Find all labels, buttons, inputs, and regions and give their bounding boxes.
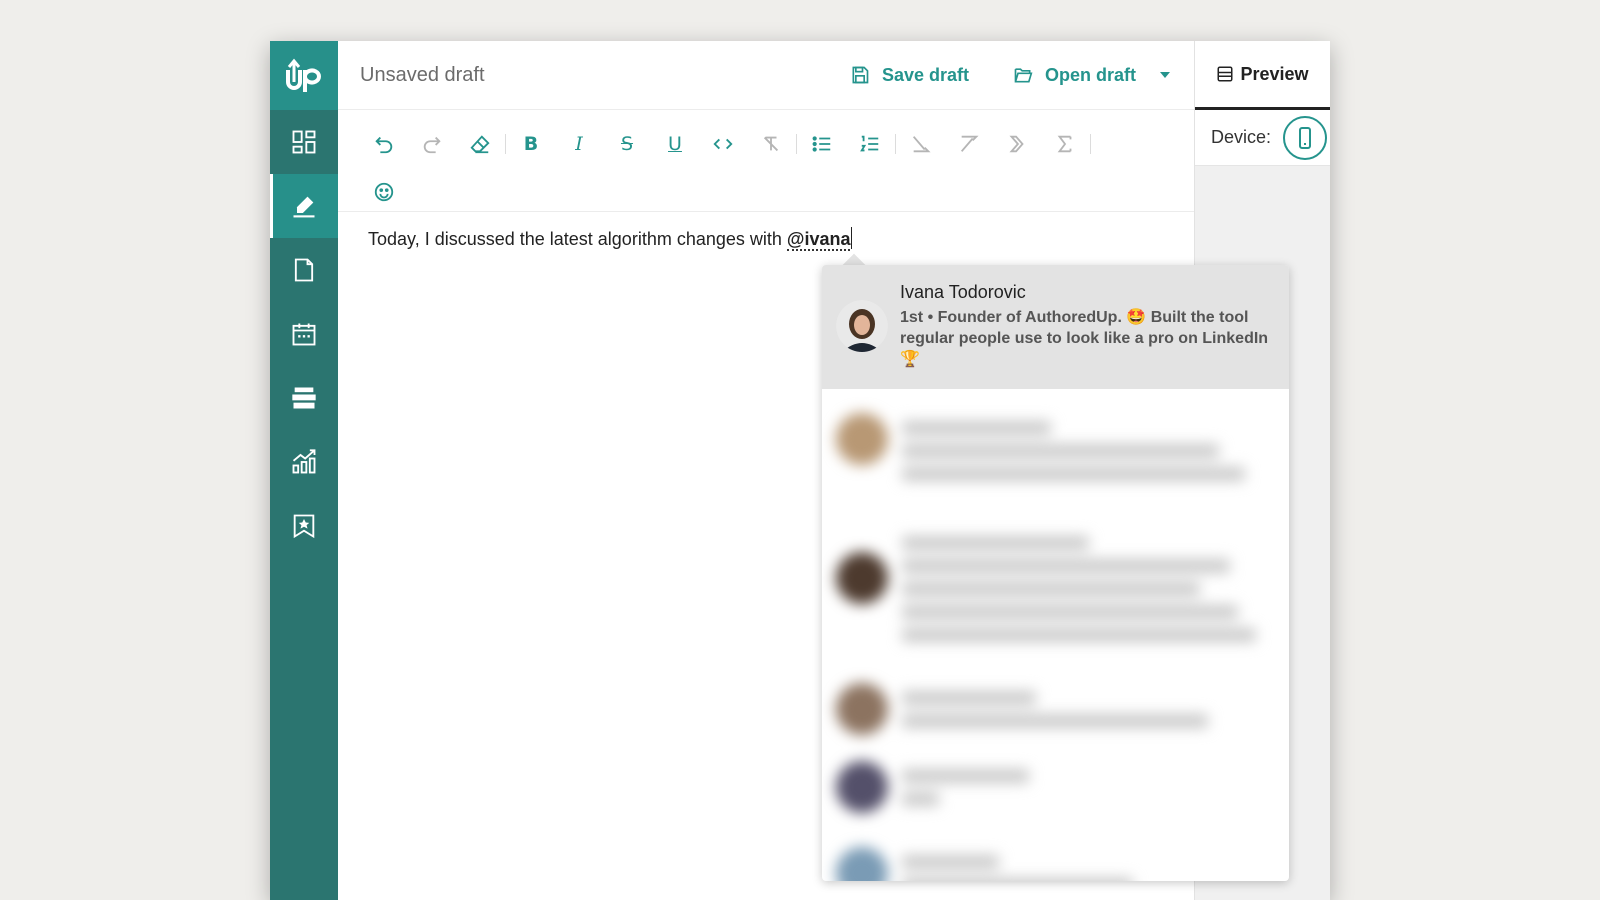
document-icon — [294, 258, 314, 282]
text-cursor — [851, 227, 853, 249]
bookmark-star-icon — [293, 514, 315, 539]
sigma-icon — [1057, 135, 1072, 153]
open-draft-button[interactable]: Open draft — [1013, 65, 1136, 86]
profile-photo — [836, 300, 888, 352]
mobile-phone-icon — [1299, 126, 1312, 149]
smiley-icon — [374, 182, 394, 202]
sidebar-item-archive[interactable] — [270, 366, 338, 430]
analytics-icon — [292, 449, 316, 474]
chevron-down-icon[interactable] — [1160, 72, 1170, 78]
strikethrough-button[interactable]: S — [603, 124, 651, 164]
suggestion-name: Ivana Todorovic — [900, 282, 1026, 302]
avatar — [836, 300, 888, 352]
sidebar-item-saved[interactable] — [270, 494, 338, 558]
open-draft-label: Open draft — [1044, 64, 1136, 85]
code-icon — [713, 138, 733, 150]
format-option-4-button[interactable] — [1041, 124, 1089, 164]
calendar-icon — [292, 323, 316, 346]
bold-button[interactable]: B — [507, 124, 555, 164]
angle-down-right-icon — [912, 136, 931, 153]
dashboard-icon — [292, 130, 316, 154]
sidebar-item-editor[interactable] — [270, 174, 338, 238]
preview-layout-icon — [1217, 66, 1233, 82]
eraser-icon — [470, 135, 490, 154]
list-item[interactable] — [822, 837, 1289, 881]
code-button[interactable] — [699, 124, 747, 164]
sidebar-item-calendar[interactable] — [270, 302, 338, 366]
avatar — [836, 761, 888, 813]
draft-title: Unsaved draft — [360, 63, 485, 86]
avatar — [836, 552, 888, 604]
remove-format-button[interactable] — [747, 124, 795, 164]
bullet-list-icon — [812, 136, 831, 152]
folder-open-icon — [1014, 68, 1033, 83]
device-selector: Device: — [1195, 110, 1330, 166]
toolbar-divider — [505, 134, 506, 154]
angle-up-right-icon — [960, 135, 979, 152]
toolbar-divider — [895, 134, 896, 154]
list-item[interactable] — [822, 751, 1289, 815]
archive-icon — [292, 387, 316, 409]
tab-preview[interactable]: Preview — [1195, 41, 1330, 110]
save-icon — [852, 66, 869, 84]
format-option-3-button[interactable] — [993, 124, 1041, 164]
suggestion-description: 1st • Founder of AuthoredUp. 🤩 Built the… — [900, 309, 1269, 368]
edit-pen-icon — [293, 196, 315, 218]
list-item[interactable] — [822, 673, 1289, 737]
list-item[interactable] — [822, 403, 1289, 490]
toolbar-divider — [796, 134, 797, 154]
list-item[interactable] — [822, 518, 1289, 651]
sidebar-item-analytics[interactable] — [270, 430, 338, 494]
blurred-suggestions — [822, 389, 1289, 881]
editor-header: Unsaved draft Save draft Open draft — [338, 41, 1194, 110]
chevron-right-icon — [1009, 135, 1024, 153]
toolbar-divider — [1090, 134, 1091, 154]
undo-button[interactable] — [360, 124, 408, 164]
clear-formatting-button[interactable] — [456, 124, 504, 164]
format-option-1-button[interactable] — [897, 124, 945, 164]
sidebar-item-dashboard[interactable] — [270, 110, 338, 174]
sidebar — [270, 41, 338, 900]
post-text: Today, I discussed the latest algorithm … — [368, 229, 787, 249]
avatar — [836, 413, 888, 465]
device-label: Device: — [1211, 127, 1272, 147]
save-draft-label: Save draft — [881, 64, 969, 85]
sidebar-item-drafts[interactable] — [270, 238, 338, 302]
mobile-device-button[interactable] — [1283, 115, 1328, 160]
remove-format-icon — [763, 136, 779, 152]
avatar — [836, 683, 888, 735]
numbered-list-button[interactable] — [846, 124, 894, 164]
italic-button[interactable]: I — [555, 124, 603, 164]
mention-text: @ivana — [786, 229, 851, 251]
avatar — [836, 847, 888, 881]
formatting-toolbar: B I S U — [338, 110, 1194, 212]
save-draft-button[interactable]: Save draft — [850, 65, 969, 86]
underline-button[interactable]: U — [651, 124, 699, 164]
numbered-list-icon — [860, 135, 879, 152]
emoji-button[interactable] — [360, 172, 408, 212]
up-logo-icon — [286, 58, 321, 92]
redo-icon — [423, 136, 441, 154]
bullet-list-button[interactable] — [798, 124, 846, 164]
post-editor[interactable]: Today, I discussed the latest algorithm … — [338, 212, 1194, 266]
redo-button[interactable] — [408, 124, 456, 164]
undo-icon — [375, 136, 393, 154]
format-option-2-button[interactable] — [945, 124, 993, 164]
app-logo[interactable] — [270, 41, 338, 110]
mention-suggestions: Ivana Todorovic 1st • Founder of Authore… — [822, 265, 1289, 881]
mention-suggestion-item[interactable]: Ivana Todorovic 1st • Founder of Authore… — [822, 265, 1289, 389]
preview-tab-label: Preview — [1240, 63, 1309, 84]
